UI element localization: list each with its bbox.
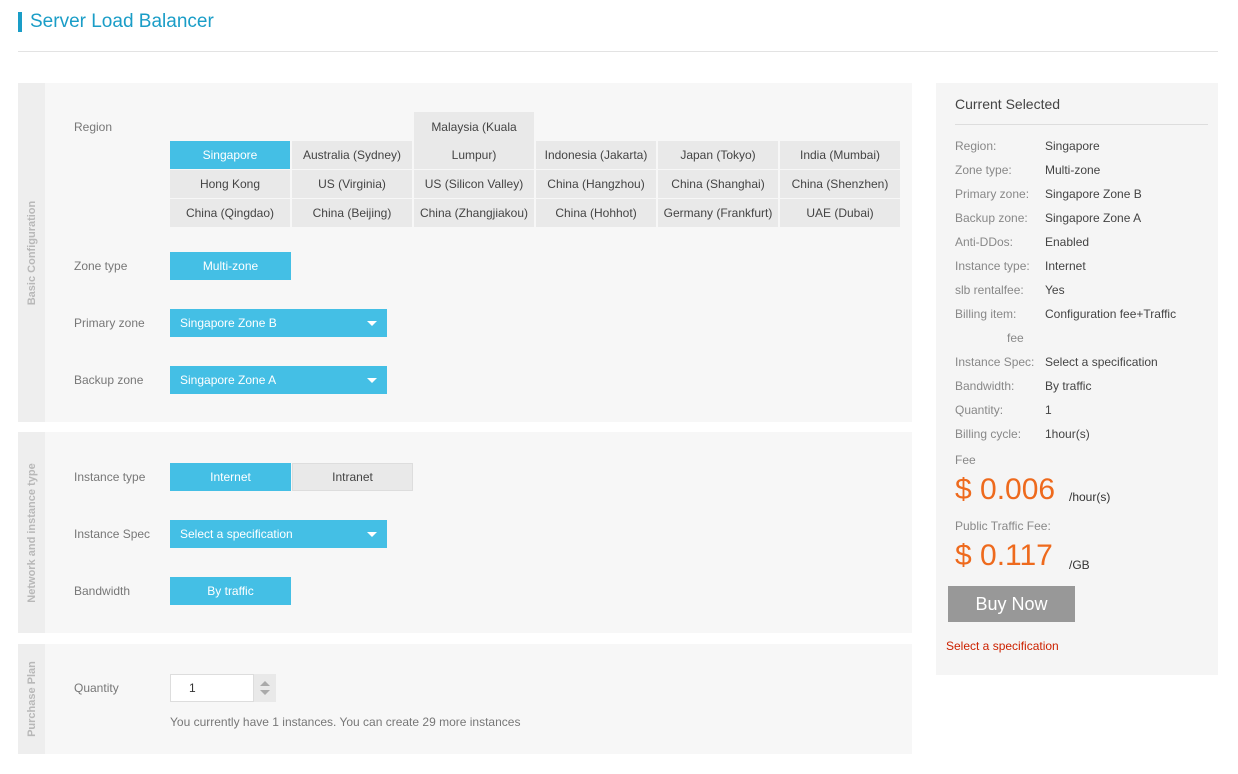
summary-key: Zone type: <box>955 163 1012 177</box>
region-option-china-shanghai[interactable]: China (Shanghai) <box>658 170 778 198</box>
region-option-hong-kong[interactable]: Hong Kong <box>170 170 290 198</box>
buy-now-button[interactable]: Buy Now <box>948 586 1075 622</box>
stepper-up-icon[interactable] <box>260 681 270 686</box>
bandwidth-label: Bandwidth <box>74 584 131 598</box>
summary-value: Singapore Zone A <box>1045 211 1142 225</box>
summary-key: Anti-DDos: <box>955 235 1014 249</box>
basic-configuration-section: Basic Configuration Region Singapore Aus… <box>18 83 912 422</box>
summary-value: 1 <box>1045 403 1052 417</box>
summary-value: 1hour(s) <box>1045 427 1090 441</box>
chevron-down-icon <box>367 378 377 383</box>
region-option-indonesia-jakarta[interactable]: Indonesia (Jakarta) <box>536 141 656 169</box>
summary-value: Configuration fee+Traffic <box>1045 307 1177 321</box>
summary-value: Internet <box>1045 259 1086 273</box>
current-selected-panel: Current Selected Region: Singapore Zone t… <box>936 83 1218 675</box>
page-title: Server Load Balancer <box>30 11 214 32</box>
summary-value: Yes <box>1045 283 1065 297</box>
fee-price: $ 0.006 <box>955 473 1056 506</box>
region-option-china-hohhot[interactable]: China (Hohhot) <box>536 199 656 227</box>
quantity-stepper[interactable] <box>254 674 276 702</box>
region-option-us-virginia[interactable]: US (Virginia) <box>292 170 412 198</box>
summary-key: Quantity: <box>955 403 1004 417</box>
region-option-japan-tokyo[interactable]: Japan (Tokyo) <box>658 141 778 169</box>
instance-type-internet-button[interactable]: Internet <box>170 463 291 491</box>
region-option-line: Lumpur) <box>451 147 497 162</box>
instance-type-label: Instance type <box>74 470 146 484</box>
region-option-us-silicon-valley[interactable]: US (Silicon Valley) <box>414 170 534 198</box>
instance-type-intranet-button[interactable]: Intranet <box>292 463 413 491</box>
zone-type-label: Zone type <box>74 259 128 273</box>
summary-divider <box>955 124 1208 125</box>
primary-zone-label: Primary zone <box>74 316 145 330</box>
backup-zone-select[interactable]: Singapore Zone A <box>170 366 387 394</box>
region-option-malaysia-kuala-lumpur[interactable]: Malaysia (Kuala Lumpur) <box>414 112 534 169</box>
zone-type-multi-zone-button[interactable]: Multi-zone <box>170 252 291 280</box>
traffic-fee-unit: /GB <box>1069 558 1090 572</box>
region-option-singapore[interactable]: Singapore <box>170 141 290 169</box>
summary-key: Backup zone: <box>955 211 1028 225</box>
summary-key: Instance Spec: <box>955 355 1035 369</box>
quantity-hint: You currently have 1 instances. You can … <box>170 715 521 729</box>
purchase-plan-section: Purchase Plan Quantity 1 You currently h… <box>18 644 912 754</box>
region-option-china-shenzhen[interactable]: China (Shenzhen) <box>780 170 900 198</box>
instance-spec-select[interactable]: Select a specification <box>170 520 387 548</box>
region-option-australia-sydney[interactable]: Australia (Sydney) <box>292 141 412 169</box>
traffic-fee-label: Public Traffic Fee: <box>955 519 1051 533</box>
summary-key: slb rentalfee: <box>955 283 1024 297</box>
page-header: Server Load Balancer <box>18 10 1218 52</box>
fee-label: Fee <box>955 453 976 467</box>
summary-key: Region: <box>955 139 997 153</box>
primary-zone-value: Singapore Zone B <box>180 316 277 330</box>
region-option-china-hangzhou[interactable]: China (Hangzhou) <box>536 170 656 198</box>
instance-spec-value: Select a specification <box>180 527 293 541</box>
quantity-input[interactable]: 1 <box>170 674 254 702</box>
summary-value: Enabled <box>1045 235 1090 249</box>
region-label: Region <box>74 120 113 134</box>
summary-value: By traffic <box>1045 379 1092 393</box>
region-option-china-qingdao[interactable]: China (Qingdao) <box>170 199 290 227</box>
quantity-label: Quantity <box>74 681 119 695</box>
region-option-india-mumbai[interactable]: India (Mumbai) <box>780 141 900 169</box>
section-side-label: Basic Configuration <box>18 83 45 422</box>
primary-zone-select[interactable]: Singapore Zone B <box>170 309 387 337</box>
network-section: Network and instance type Instance type … <box>18 432 912 633</box>
summary-key: Bandwidth: <box>955 379 1015 393</box>
backup-zone-value: Singapore Zone A <box>180 373 277 387</box>
chevron-down-icon <box>367 321 377 326</box>
summary-value: Select a specification <box>1045 355 1158 369</box>
stepper-down-icon[interactable] <box>260 690 270 695</box>
fee-unit: /hour(s) <box>1069 490 1111 504</box>
region-option-uae-dubai[interactable]: UAE (Dubai) <box>780 199 900 227</box>
traffic-fee-price: $ 0.117 <box>955 539 1053 572</box>
region-option-china-beijing[interactable]: China (Beijing) <box>292 199 412 227</box>
summary-key: Billing cycle: <box>955 427 1022 441</box>
spec-warning: Select a specification <box>946 639 1059 653</box>
summary-value: Singapore <box>1045 139 1100 153</box>
section-side-label: Purchase Plan <box>18 644 45 754</box>
summary-key: Billing item: <box>955 307 1017 321</box>
section-side-label: Network and instance type <box>18 432 45 633</box>
region-option-germany-frankfurt[interactable]: Germany (Frankfurt) <box>658 199 778 227</box>
summary-key-wrap: fee <box>1007 331 1024 345</box>
summary-value: Singapore Zone B <box>1045 187 1142 201</box>
summary-key: Primary zone: <box>955 187 1030 201</box>
region-option-china-zhangjiakou[interactable]: China (Zhangjiakou) <box>414 199 534 227</box>
instance-spec-label: Instance Spec <box>74 527 151 541</box>
chevron-down-icon <box>367 532 377 537</box>
summary-key: Instance type: <box>955 259 1030 273</box>
bandwidth-by-traffic-button[interactable]: By traffic <box>170 577 291 605</box>
region-option-line: Malaysia (Kuala <box>431 119 517 134</box>
backup-zone-label: Backup zone <box>74 373 144 387</box>
title-accent-bar <box>18 12 22 32</box>
summary-value: Multi-zone <box>1045 163 1101 177</box>
summary-title: Current Selected <box>955 96 1061 112</box>
